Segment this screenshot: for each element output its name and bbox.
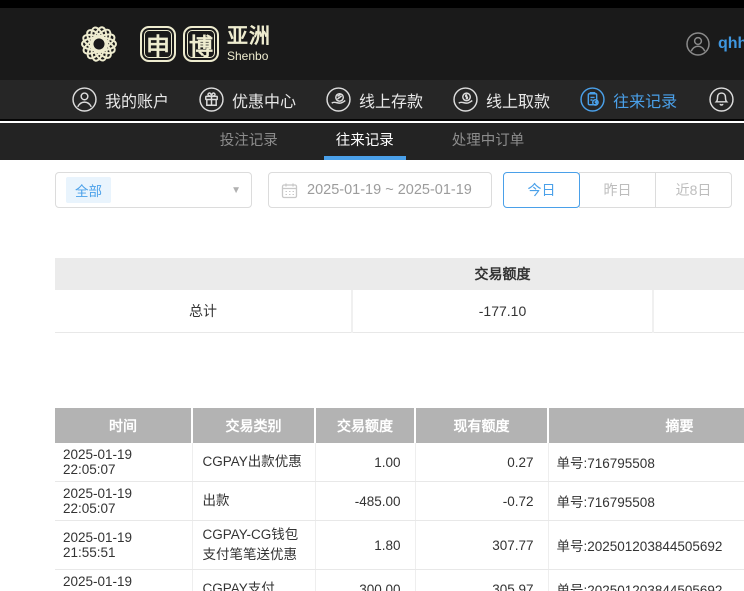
cell-balance: 0.27 (415, 443, 548, 482)
user-avatar-icon (686, 32, 710, 56)
nav-item-promotions[interactable]: 优惠中心 (199, 87, 296, 112)
summary-table: 交易额度 总计 -177.10 (55, 258, 744, 333)
nav-item-notifications[interactable] (709, 87, 734, 112)
col-header-type: 交易类别 (192, 408, 315, 443)
table-row: 2025-01-19 22:05:07 出款 -485.00 -0.72 单号:… (55, 482, 744, 521)
nav-item-label: 线上存款 (359, 88, 423, 112)
top-black-strip (0, 0, 744, 8)
summary-header-empty (55, 258, 352, 290)
username-label[interactable]: qhh (718, 35, 744, 53)
cell-time: 2025-01-19 22:05:07 (55, 443, 192, 482)
cell-balance: 305.97 (415, 570, 548, 591)
cell-note: 单号:202501203844505692 (548, 570, 744, 591)
yesterday-button[interactable]: 昨日 (579, 172, 656, 208)
user-account-area[interactable]: qhh (686, 8, 744, 80)
table-row: 2025-01-19 22:05:07 CGPAY出款优惠 1.00 0.27 … (55, 443, 744, 482)
summary-header-empty (653, 258, 744, 290)
nav-item-label: 往来记录 (613, 88, 677, 112)
cell-balance: -0.72 (415, 482, 548, 521)
user-circle-icon (72, 87, 97, 112)
records-table: 时间 交易类别 交易额度 现有额度 摘要 2025-01-19 22:05:07… (55, 408, 744, 591)
main-navigation: 我的账户 优惠中心 线上存款 (0, 80, 744, 121)
cell-note: 单号:202501203844505692 (548, 521, 744, 570)
col-header-amount: 交易额度 (315, 408, 415, 443)
summary-total-row: 总计 -177.10 (55, 290, 744, 332)
cell-amount: -485.00 (315, 482, 415, 521)
date-range-value: 2025-01-19 ~ 2025-01-19 (307, 182, 472, 198)
cell-type: CGPAY-CG钱包支付笔笔送优惠 (192, 521, 315, 570)
summary-header-row: 交易额度 (55, 258, 744, 290)
quick-date-buttons: 今日 昨日 近8日 (503, 172, 732, 208)
cell-note: 单号:716795508 (548, 482, 744, 521)
summary-total-value: -177.10 (352, 290, 653, 332)
cell-amount: 300.00 (315, 570, 415, 591)
summary-empty-cell (653, 290, 744, 332)
col-header-time: 时间 (55, 408, 192, 443)
nav-item-label: 线上取款 (486, 88, 550, 112)
selected-type-tag: 全部 (66, 177, 111, 203)
tab-processing-orders[interactable]: 处理中订单 (440, 123, 537, 160)
cell-time: 2025-01-19 21:55:51 (55, 570, 192, 591)
cell-time: 2025-01-19 21:55:51 (55, 521, 192, 570)
date-range-picker[interactable]: 2025-01-19 ~ 2025-01-19 (268, 172, 492, 208)
brand-char-bo: 博 (183, 26, 219, 62)
cell-balance: 307.77 (415, 521, 548, 570)
tab-betting-records[interactable]: 投注记录 (208, 123, 290, 160)
flower-logo-icon (66, 13, 132, 75)
brand-region-block: 亚洲 Shenbo (227, 26, 271, 62)
cell-time: 2025-01-19 22:05:07 (55, 482, 192, 521)
brand-char-shen: 申 (140, 26, 176, 62)
tab-transaction-records[interactable]: 往来记录 (324, 123, 406, 160)
withdraw-coin-icon (453, 87, 478, 112)
cell-amount: 1.80 (315, 521, 415, 570)
table-row: 2025-01-19 21:55:51 CGPAY-CG钱包支付笔笔送优惠 1.… (55, 521, 744, 570)
deposit-coin-icon (326, 87, 351, 112)
nav-item-label: 我的账户 (105, 88, 169, 112)
table-row: 2025-01-19 21:55:51 CGPAY支付 300.00 305.9… (55, 570, 744, 591)
nav-item-label: 优惠中心 (232, 88, 296, 112)
cell-type: CGPAY支付 (192, 570, 315, 591)
transaction-type-select[interactable]: 全部 ▼ (55, 172, 252, 208)
brand-logo[interactable]: 申 博 亚洲 Shenbo (66, 13, 271, 75)
notification-bell-icon (709, 87, 734, 112)
top-logo-bar: 申 博 亚洲 Shenbo qhh (0, 8, 744, 80)
nav-item-transaction-records[interactable]: 往来记录 (580, 87, 677, 112)
brand-region-text: 亚洲 (227, 26, 271, 47)
col-header-note: 摘要 (548, 408, 744, 443)
brand-character-boxes: 申 博 (140, 26, 219, 62)
cell-amount: 1.00 (315, 443, 415, 482)
cell-note: 单号:716795508 (548, 443, 744, 482)
chevron-down-icon: ▼ (231, 185, 241, 196)
gift-icon (199, 87, 224, 112)
today-button[interactable]: 今日 (503, 172, 580, 208)
cell-type: CGPAY出款优惠 (192, 443, 315, 482)
nav-item-my-account[interactable]: 我的账户 (72, 87, 169, 112)
calendar-icon (281, 182, 298, 199)
last-8-days-button[interactable]: 近8日 (655, 172, 732, 208)
record-tabs-bar: 投注记录 往来记录 处理中订单 (0, 123, 744, 160)
content-area: 全部 ▼ 2025-01-19 ~ 2025-01-19 今日 昨日 近8日 交… (0, 160, 744, 591)
nav-item-withdraw[interactable]: 线上取款 (453, 87, 550, 112)
brand-subtitle: Shenbo (227, 50, 271, 62)
col-header-balance: 现有额度 (415, 408, 548, 443)
nav-item-deposit[interactable]: 线上存款 (326, 87, 423, 112)
summary-header-amount: 交易额度 (352, 258, 653, 290)
cell-type: 出款 (192, 482, 315, 521)
summary-total-label: 总计 (55, 290, 352, 332)
records-header-row: 时间 交易类别 交易额度 现有额度 摘要 (55, 408, 744, 443)
transaction-record-icon (580, 87, 605, 112)
